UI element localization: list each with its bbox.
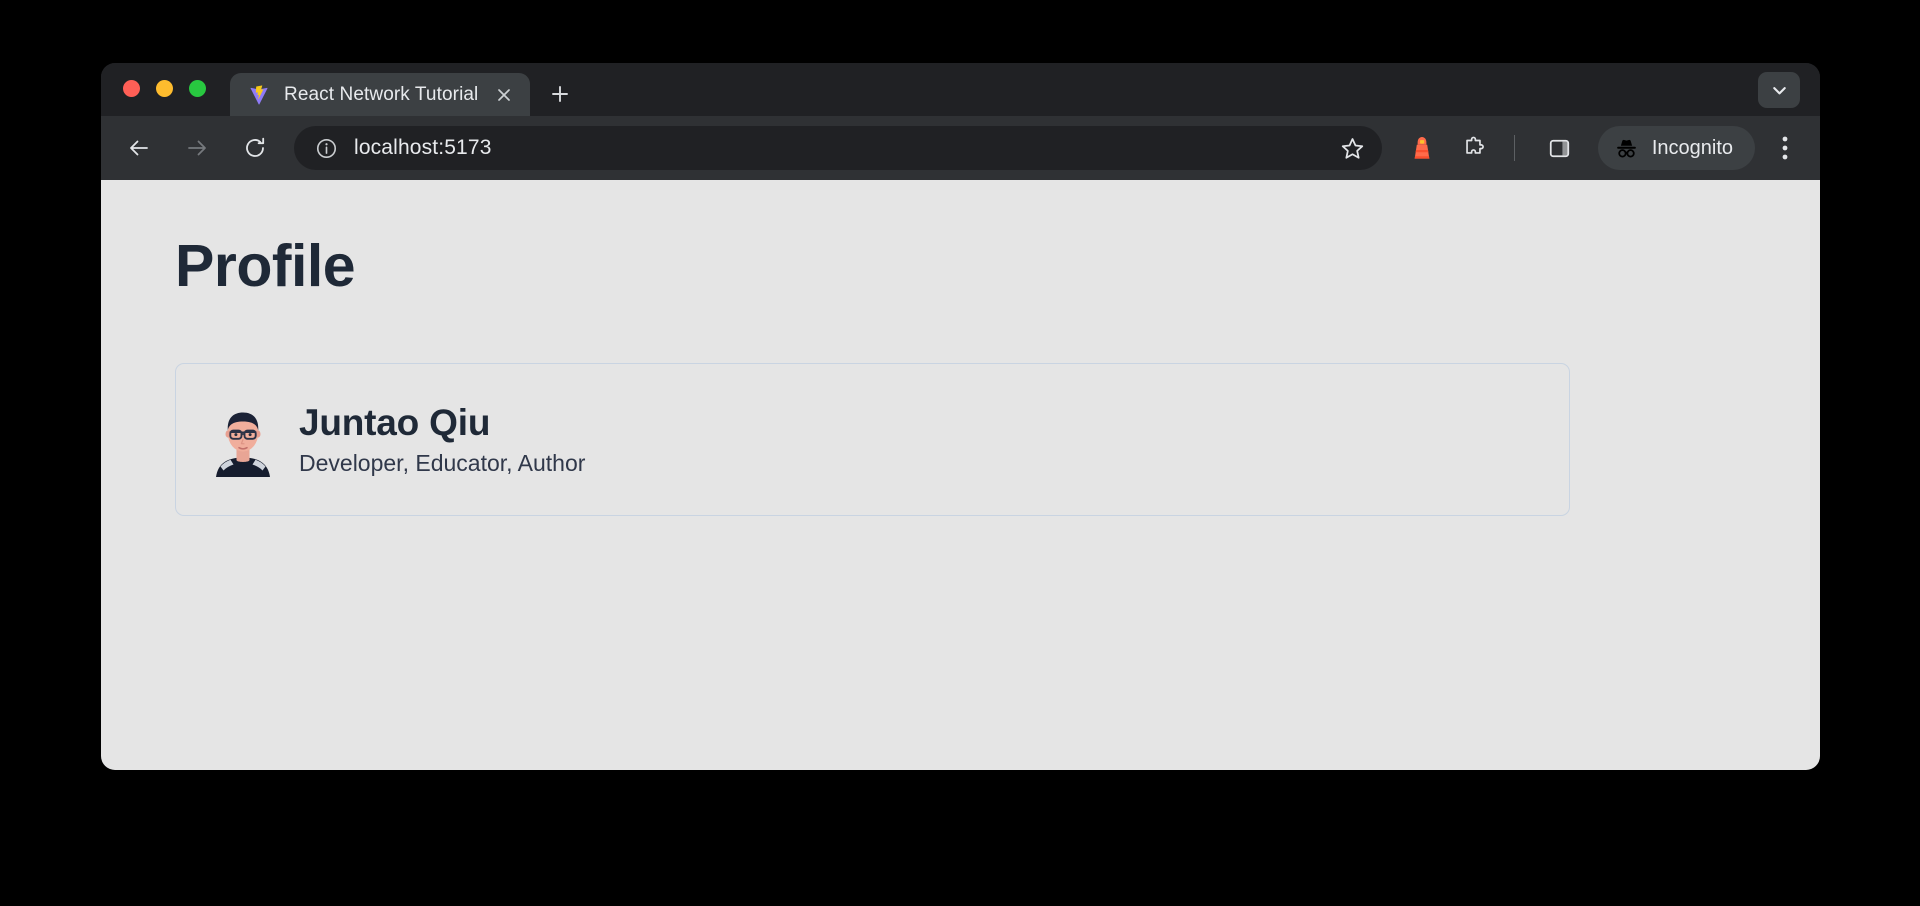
browser-window: React Network Tutorial localhost:5173 In…: [101, 63, 1820, 770]
browser-toolbar: localhost:5173 Incognito: [101, 116, 1820, 180]
toolbar-divider: [1513, 135, 1515, 161]
incognito-icon: [1616, 139, 1636, 158]
page-content: Profile Juntao Qiu Developer, Educator, …: [101, 180, 1820, 517]
browser-tab-active[interactable]: React Network Tutorial: [230, 73, 531, 116]
tab-search-button[interactable]: [1758, 72, 1800, 108]
desktop-backdrop: React Network Tutorial localhost:5173 In…: [0, 0, 1920, 906]
back-button[interactable]: [118, 127, 160, 169]
tab-close-icon[interactable]: [490, 81, 518, 109]
chevron-down-icon: [1772, 86, 1786, 94]
reload-icon: [246, 137, 265, 157]
new-tab-button[interactable]: [541, 75, 579, 113]
profile-name: Juntao Qiu: [299, 401, 491, 443]
forward-button[interactable]: [176, 127, 218, 169]
address-bar[interactable]: localhost:5173: [294, 126, 1382, 170]
browser-menu-button[interactable]: [1767, 128, 1803, 168]
arrow-right-icon: [188, 140, 206, 156]
plus-icon: [552, 86, 569, 102]
page-viewport: Profile Juntao Qiu Developer, Educator, …: [101, 180, 1820, 770]
profile-row: Juntao Qiu Developer, Educator, Author: [212, 402, 1533, 478]
tab-title: React Network Tutorial: [284, 83, 479, 105]
vite-logo-icon: [250, 84, 268, 105]
incognito-label: Incognito: [1651, 136, 1733, 159]
side-panel-icon: [1550, 139, 1570, 157]
url-text[interactable]: localhost:5173: [354, 136, 1336, 160]
mockoon-extension-button[interactable]: [1402, 128, 1442, 168]
arrow-left-icon: [130, 140, 148, 156]
profile-card: Juntao Qiu Developer, Educator, Author: [175, 362, 1570, 517]
window-close-button[interactable]: [123, 80, 140, 97]
site-info-icon[interactable]: [312, 134, 340, 162]
page-title: Profile: [175, 233, 356, 299]
window-traffic-lights: [123, 63, 230, 116]
profile-subtitle: Developer, Educator, Author: [299, 449, 586, 476]
tab-strip: React Network Tutorial: [101, 63, 1820, 116]
bookmark-star-button[interactable]: [1336, 131, 1370, 165]
info-circle-icon: [316, 138, 336, 158]
side-panel-button[interactable]: [1540, 128, 1580, 168]
window-minimize-button[interactable]: [156, 80, 173, 97]
reload-button[interactable]: [234, 127, 276, 169]
three-dot-menu-icon: [1782, 136, 1788, 160]
puzzle-piece-icon: [1466, 136, 1485, 154]
close-icon: [498, 88, 511, 101]
incognito-profile-button[interactable]: Incognito: [1597, 126, 1755, 170]
extensions-button[interactable]: [1454, 128, 1494, 168]
avatar: [216, 412, 270, 477]
window-maximize-button[interactable]: [189, 80, 206, 97]
mockoon-extension-icon: [1414, 137, 1430, 159]
profile-text-block: Juntao Qiu Developer, Educator, Author: [299, 402, 585, 478]
star-icon: [1342, 137, 1364, 159]
